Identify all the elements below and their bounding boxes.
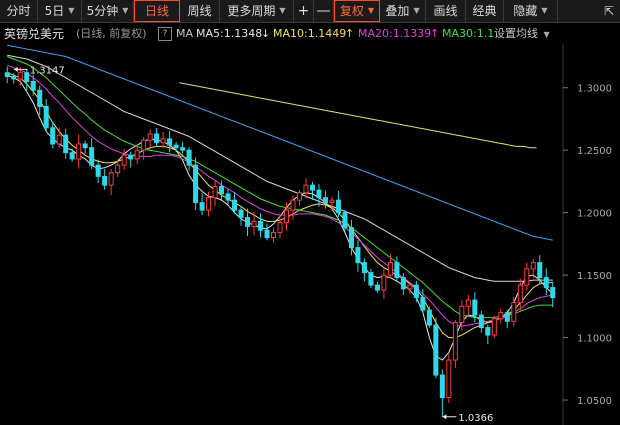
ma30-value: MA30:1.1 [442, 27, 495, 40]
zoom-in-button[interactable]: + [294, 0, 314, 22]
instrument-name: 英镑兑美元 [4, 27, 65, 41]
ma20-arrow-icon: ↑ [430, 27, 440, 40]
adjust-button[interactable]: 复权 ▼ [334, 0, 380, 22]
classic-button[interactable]: 经典 [466, 0, 504, 22]
y-tick-label: 1.2500 [577, 146, 612, 157]
chevron-down-icon: ▼ [279, 6, 286, 15]
ma-settings-label: 设置均线 [494, 27, 538, 40]
tab-fenshi-label: 分时 [6, 4, 31, 18]
hide-button[interactable]: 隐藏 ▼ [504, 0, 558, 22]
tab-5min[interactable]: 5分钟 ▼ [82, 0, 134, 22]
toolbar: 分时 5日 ▼ 5分钟 ▼ 日线 周线 更多周期 ▼ + — 复权 ▼ 叠加 ▼ 画线 经典 隐藏 ▼ ⇱ [0, 0, 620, 23]
zoom-out-button-label: — [316, 3, 331, 19]
chevron-down-icon: ▼ [541, 6, 548, 15]
zoom-out-button[interactable]: — [314, 0, 334, 22]
overlay-button[interactable]: 叠加 ▼ [380, 0, 426, 22]
tab-more-periods[interactable]: 更多周期 ▼ [220, 0, 294, 22]
chevron-down-icon: ▼ [68, 6, 75, 15]
annotation-label: 1.0366 [458, 413, 493, 424]
expand-icon[interactable]: ⇱ [598, 0, 620, 22]
tab-daily[interactable]: 日线 [134, 0, 180, 22]
y-tick-label: 1.2000 [577, 209, 612, 220]
y-tick-label: 1.1500 [577, 271, 612, 282]
y-tick-label: 1.0500 [577, 396, 612, 407]
help-button[interactable]: ? [158, 27, 172, 41]
ma-label: MA [176, 27, 194, 40]
candle [491, 315, 497, 339]
ma5-value: MA5:1.1348 [196, 27, 263, 40]
candle [193, 157, 199, 210]
candle [433, 317, 439, 379]
annotation-label: 1.3147 [30, 65, 65, 76]
legend-bar: 英镑兑美元 (日线, 前复权) ? MA MA5:1.1348 ↓ MA10:1… [0, 24, 620, 44]
chevron-down-icon: ▼ [543, 30, 550, 39]
chevron-down-icon: ▼ [413, 6, 420, 15]
draw-line-button-label: 画线 [433, 4, 458, 18]
y-tick-label: 1.1000 [577, 334, 612, 345]
hide-button-label: 隐藏 [513, 4, 538, 18]
ma-settings-button[interactable]: 设置均线 ▼ [494, 24, 550, 45]
tab-weekly-label: 周线 [187, 4, 212, 18]
candle [446, 353, 452, 404]
ma20-value: MA20:1.1339 [358, 27, 432, 40]
tab-5day-label: 5日 [44, 4, 65, 18]
chevron-down-icon: ▼ [367, 6, 375, 15]
tab-5min-label: 5分钟 [86, 4, 119, 18]
chart-mode: (日线, 前复权) [76, 27, 147, 40]
y-tick-label: 1.3000 [577, 84, 612, 95]
tab-daily-label: 日线 [144, 4, 169, 18]
tab-weekly[interactable]: 周线 [180, 0, 220, 22]
ma10-arrow-icon: ↑ [345, 27, 355, 40]
adjust-button-label: 复权 [339, 4, 364, 18]
ma10-value: MA10:1.1449 [273, 27, 347, 40]
tab-more-periods-label: 更多周期 [227, 4, 276, 18]
overlay-button-label: 叠加 [385, 4, 410, 18]
draw-line-button[interactable]: 画线 [426, 0, 466, 22]
tab-fenshi[interactable]: 分时 [0, 0, 38, 22]
candle [342, 209, 348, 232]
ma5-arrow-icon: ↓ [261, 27, 271, 40]
chevron-down-icon: ▼ [122, 6, 129, 15]
candlestick-chart[interactable]: 1.3000 1.2500 1.2000 1.1500 1.1000 1.0500 1.3… [0, 44, 620, 425]
classic-button-label: 经典 [472, 4, 497, 18]
tab-5day[interactable]: 5日 ▼ [38, 0, 82, 22]
zoom-in-button-label: + [297, 3, 310, 19]
